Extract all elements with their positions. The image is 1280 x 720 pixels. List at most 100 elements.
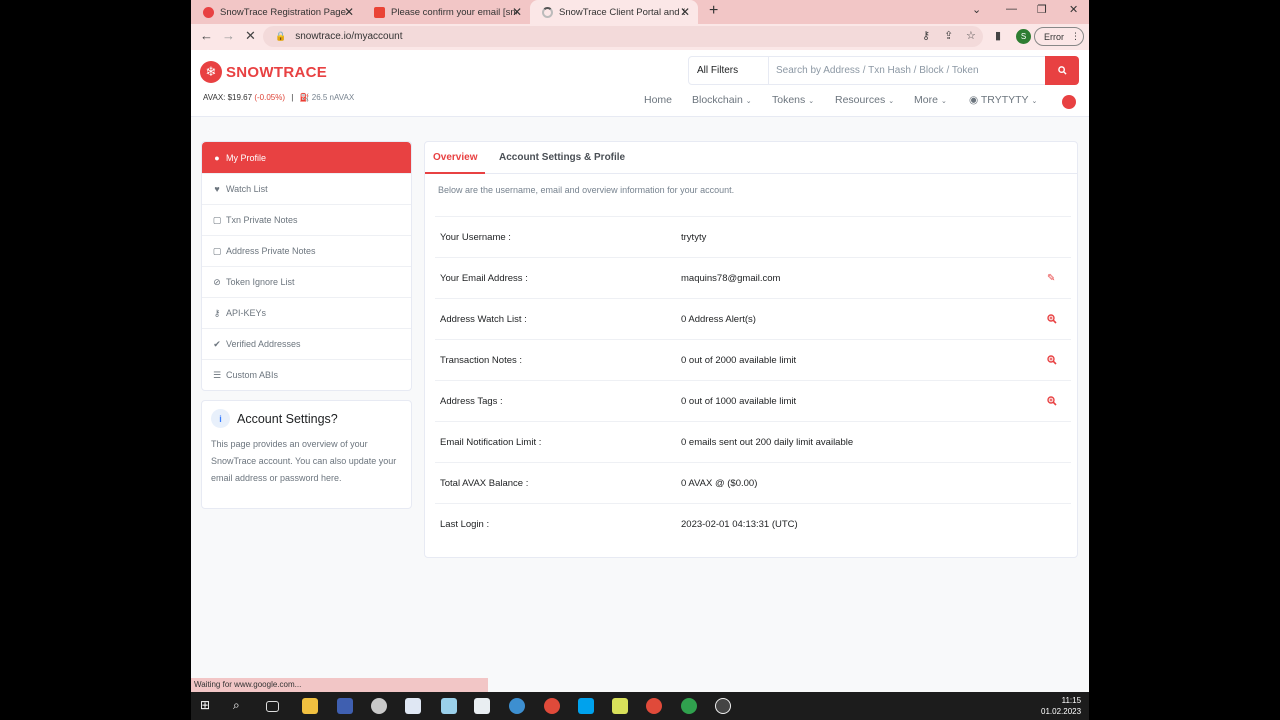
nav-resources[interactable]: Resources ⌄ [835, 94, 894, 106]
tab-client-portal[interactable]: SnowTrace Client Portal and Serv ✕ [530, 0, 698, 24]
nav-user[interactable]: ◉ TRYTYTY ⌄ [969, 94, 1037, 106]
snowtrace-favicon-icon [203, 6, 214, 18]
tab-search-icon[interactable]: ⌄ [972, 3, 981, 16]
overview-tabs: Overview Account Settings & Profile [425, 142, 1077, 174]
app-icon[interactable] [371, 698, 387, 714]
chrome-icon[interactable] [544, 698, 560, 714]
browser-status-bar: Waiting for www.google.com... [191, 678, 488, 692]
close-icon[interactable]: ✕ [344, 5, 354, 19]
app-icon[interactable] [474, 698, 490, 714]
restore-icon[interactable]: ❐ [1037, 3, 1047, 16]
nav-more[interactable]: More ⌄ [914, 94, 947, 106]
nav-home[interactable]: Home [644, 94, 672, 106]
share-icon[interactable]: ⇪ [944, 29, 953, 42]
close-icon[interactable]: ✕ [680, 5, 690, 19]
zoom-in-icon[interactable] [1047, 396, 1057, 406]
row-value: 0 emails sent out 200 daily limit availa… [681, 436, 854, 448]
system-clock[interactable]: 11:15 01.02.2023 [1041, 695, 1081, 717]
snowtrace-logo[interactable]: ❄ SNOWTRACE [200, 61, 327, 83]
search-filter-select[interactable]: All Filters [688, 56, 769, 85]
chrome-icon[interactable] [646, 698, 662, 714]
forward-icon[interactable]: → [222, 28, 235, 43]
url-text: snowtrace.io/myaccount [295, 31, 403, 42]
tab-title: Please confirm your email [snowt [391, 6, 517, 18]
skype-icon[interactable] [578, 698, 594, 714]
close-icon[interactable]: ✕ [512, 5, 522, 19]
app-icon[interactable] [612, 698, 628, 714]
nav-tokens[interactable]: Tokens ⌄ [772, 94, 814, 106]
row-label: Your Username : [440, 231, 511, 243]
chevron-down-icon: ⌄ [808, 98, 815, 105]
sidebar-item-my-profile[interactable]: ● My Profile [202, 142, 411, 173]
search-input[interactable]: Search by Address / Txn Hash / Block / T… [768, 56, 1046, 85]
table-row: Address Tags : 0 out of 1000 available l… [435, 380, 1071, 421]
bookmark-star-icon[interactable]: ☆ [966, 29, 976, 42]
account-settings-card: i Account Settings? This page provides a… [201, 400, 412, 509]
error-button[interactable]: Error ⋮ [1034, 27, 1084, 46]
browser-toolbar: ← → ✕ 🔒 snowtrace.io/myaccount ⚷ ⇪ ☆ ▮ S… [191, 24, 1089, 50]
app-icon[interactable] [715, 698, 731, 714]
taskbar: ⊞ ⌕ 11:15 01.02.2023 [191, 692, 1089, 720]
clock-date: 01.02.2023 [1041, 707, 1082, 716]
stop-icon[interactable]: ✕ [245, 28, 256, 44]
row-value: trytyty [681, 231, 707, 243]
sidebar-item-label: Txn Private Notes [226, 215, 298, 225]
chevron-down-icon: ⌄ [1031, 98, 1038, 105]
tab-gmail[interactable]: Please confirm your email [snowt ✕ [362, 0, 530, 24]
key-icon[interactable]: ⚷ [922, 29, 930, 42]
browser-window: SnowTrace Registration Page ✕ Please con… [191, 0, 1089, 692]
key-icon: ⚷ [213, 307, 221, 318]
sidebar-item-custom-abis[interactable]: ☰ Custom ABIs [202, 359, 411, 390]
back-icon[interactable]: ← [200, 28, 213, 43]
tab-registration[interactable]: SnowTrace Registration Page ✕ [191, 0, 362, 24]
profile-letter: S [1020, 32, 1027, 41]
table-row: Your Email Address : maquins78@gmail.com… [435, 257, 1071, 298]
profile-avatar[interactable]: S [1016, 29, 1031, 44]
app-icon[interactable] [337, 698, 353, 714]
network-avatar-icon[interactable] [1062, 95, 1076, 109]
sidebar-item-api-keys[interactable]: ⚷ API-KEYs [202, 297, 411, 328]
task-view-icon[interactable] [266, 701, 279, 712]
minimize-icon[interactable]: — [1006, 3, 1017, 15]
error-label: Error [1044, 31, 1064, 42]
tab-account-settings[interactable]: Account Settings & Profile [499, 152, 625, 163]
nav-blockchain[interactable]: Blockchain ⌄ [692, 94, 752, 106]
tab-overview[interactable]: Overview [433, 152, 477, 163]
table-row: Transaction Notes : 0 out of 2000 availa… [435, 339, 1071, 380]
window-close-icon[interactable]: ✕ [1069, 3, 1078, 16]
nav-label: More [914, 94, 938, 106]
sidebar-item-txn-private-notes[interactable]: ▢ Txn Private Notes [202, 204, 411, 235]
avax-price: AVAX: $19.67 [203, 93, 253, 102]
intro-text: Below are the username, email and overvi… [438, 185, 735, 195]
zoom-in-icon[interactable] [1047, 314, 1057, 324]
search-icon[interactable]: ⌕ [233, 698, 249, 714]
new-tab-icon[interactable]: + [709, 2, 718, 20]
gas-pump-icon: ⛽ [299, 93, 310, 102]
row-value: 0 AVAX @ ($0.00) [681, 477, 758, 489]
table-row: Last Login : 2023-02-01 04:13:31 (UTC) [435, 503, 1071, 544]
address-bar[interactable]: 🔒 snowtrace.io/myaccount [263, 26, 983, 47]
chevron-down-icon: ⌄ [745, 98, 752, 105]
info-icon: i [211, 409, 230, 428]
edit-pencil-icon[interactable]: ✎ [1047, 273, 1055, 284]
price-change: (-0.05%) [254, 93, 285, 102]
gas-price[interactable]: 26.5 nAVAX [312, 93, 354, 102]
search-button[interactable] [1045, 56, 1079, 85]
chrome-icon[interactable] [681, 698, 697, 714]
file-explorer-icon[interactable] [302, 698, 318, 714]
table-row: Email Notification Limit : 0 emails sent… [435, 421, 1071, 462]
zoom-in-icon[interactable] [1047, 355, 1057, 365]
side-panel-icon[interactable]: ▮ [995, 29, 1001, 42]
sidebar-item-address-private-notes[interactable]: ▢ Address Private Notes [202, 235, 411, 266]
account-sidebar: ● My Profile ♥ Watch List ▢ Txn Private Not… [201, 141, 412, 391]
sidebar-item-watch-list[interactable]: ♥ Watch List [202, 173, 411, 204]
sidebar-item-token-ignore-list[interactable]: ⊘ Token Ignore List [202, 266, 411, 297]
sidebar-item-verified-addresses[interactable]: ✔ Verified Addresses [202, 328, 411, 359]
notepad-icon[interactable] [405, 698, 421, 714]
tab-strip: SnowTrace Registration Page ✕ Please con… [191, 0, 1089, 24]
row-value: 2023-02-01 04:13:31 (UTC) [681, 518, 798, 530]
account-overview-card: Overview Account Settings & Profile Belo… [424, 141, 1078, 558]
windows-start-icon[interactable]: ⊞ [200, 698, 216, 714]
app-icon[interactable] [509, 698, 525, 714]
app-icon[interactable] [441, 698, 457, 714]
